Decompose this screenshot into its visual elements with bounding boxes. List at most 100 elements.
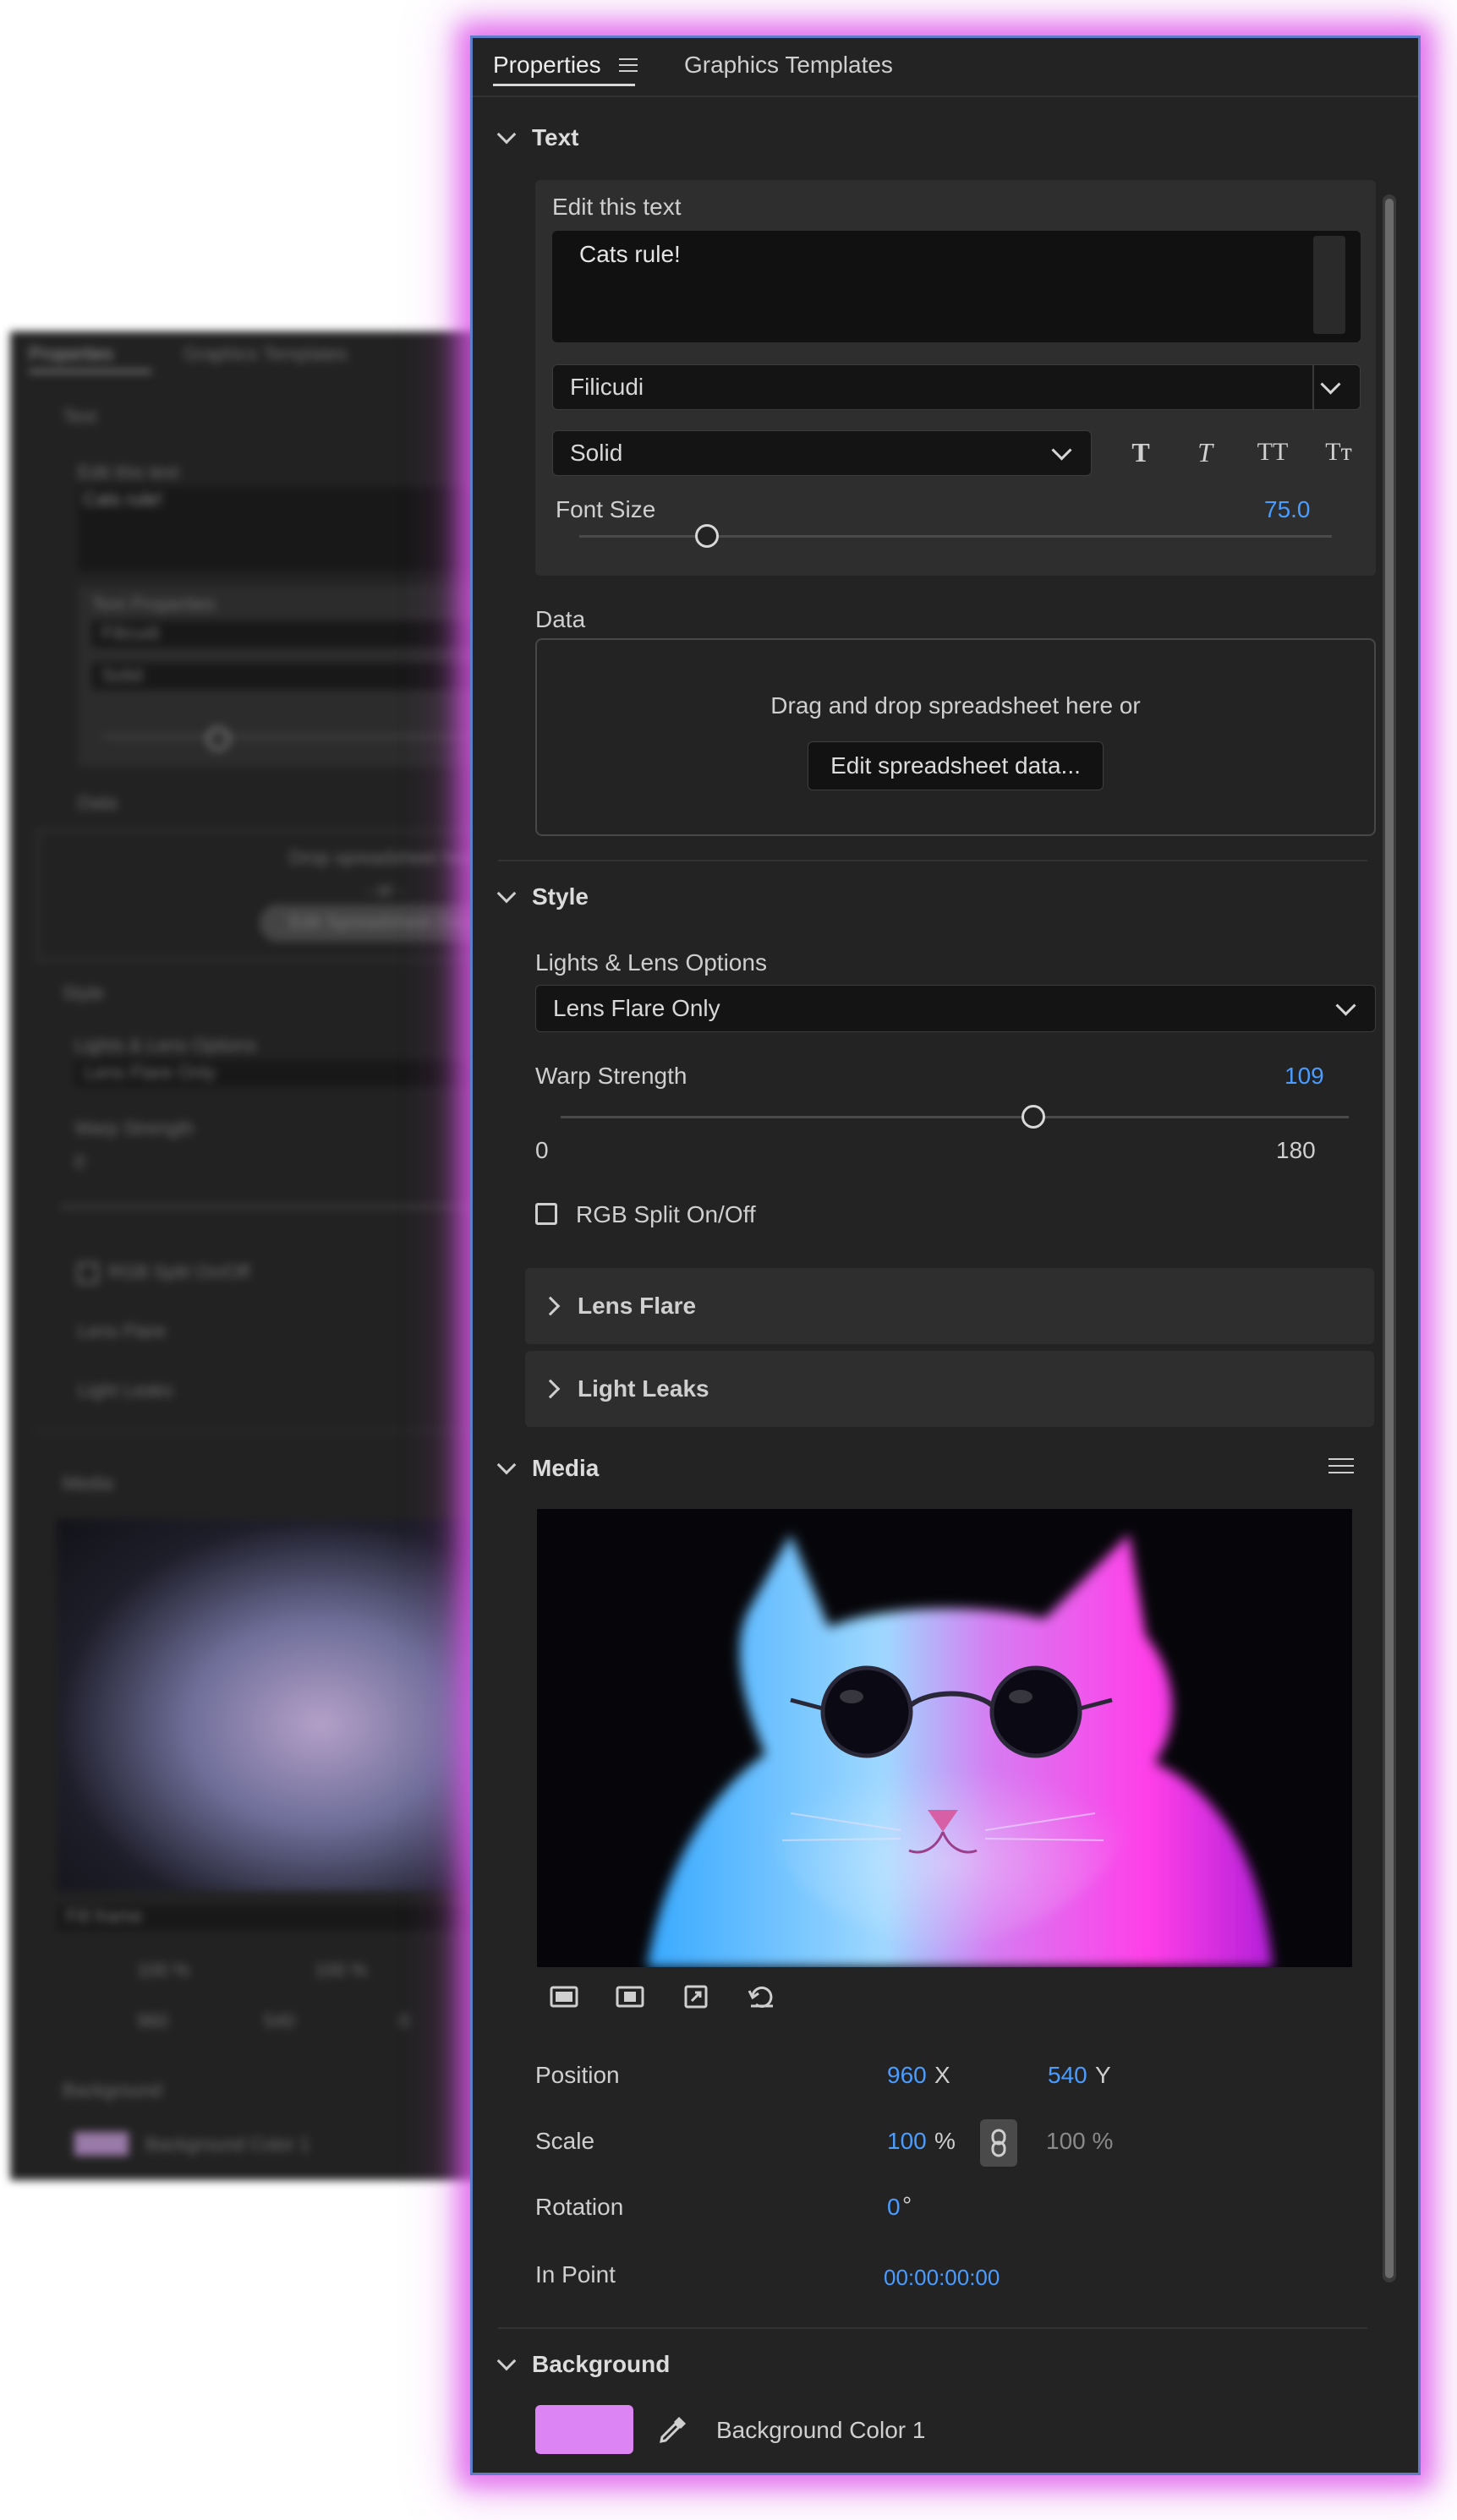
ghost-lights-value: Lens Flare Only (85, 1062, 216, 1083)
scale-label: Scale (535, 2128, 595, 2154)
ghost-x-value: 960 (137, 2010, 168, 2031)
ghost-font: Filicudi (101, 622, 160, 643)
lights-lens-value: Lens Flare Only (553, 995, 720, 1021)
edit-spreadsheet-button[interactable]: Edit spreadsheet data... (808, 741, 1104, 790)
background-section-header[interactable]: Background (496, 2351, 671, 2378)
ghost-drop: Drop spreadsheet here (289, 847, 480, 868)
lights-lens-label: Lights & Lens Options (535, 949, 767, 976)
warp-strength-slider-thumb[interactable] (1022, 1105, 1046, 1129)
background-ghost-panel: Properties Graphics Templates Text Edit … (10, 331, 484, 2180)
ghost-media-preview (57, 1519, 484, 1891)
reset-icon[interactable] (745, 1980, 779, 2014)
rgb-split-checkbox[interactable] (535, 1203, 557, 1225)
chevron-down-icon (496, 883, 517, 904)
drop-spreadsheet-text: Drag and drop spreadsheet here or (770, 692, 1141, 719)
fill-frame-icon[interactable] (547, 1980, 581, 2014)
ghost-style: Solid (101, 664, 143, 686)
text-section-header[interactable]: Text (496, 124, 579, 151)
ghost-leaks: Light Leaks (78, 1380, 173, 1401)
ghost-rgb-checkbox (78, 1263, 98, 1283)
ghost-text-title: Text (63, 406, 97, 427)
small-caps-icon[interactable]: Tт (1313, 435, 1364, 469)
position-label: Position (535, 2062, 620, 2088)
text-input-scrollbar[interactable] (1313, 236, 1345, 334)
rotation-value[interactable]: 0 (887, 2194, 901, 2221)
media-preview-image[interactable] (537, 1509, 1352, 1967)
ghost-background: Background (63, 2080, 162, 2101)
ghost-bg-color: Background Color 1 (145, 2134, 310, 2155)
tab-bar-divider (473, 96, 1418, 97)
warp-strength-value[interactable]: 109 (1284, 1063, 1324, 1090)
font-size-value[interactable]: 75.0 (1264, 496, 1311, 523)
ghost-or: - or - (365, 879, 405, 900)
ghost-edit-label: Edit this text (78, 462, 179, 483)
ghost-slider-track (103, 735, 484, 738)
ghost-divider (36, 1430, 484, 1432)
rotation-unit: ° (902, 2192, 912, 2218)
background-section-title: Background (532, 2351, 671, 2377)
text-section-title: Text (532, 124, 579, 150)
ghost-lights: Lights & Lens Options (74, 1035, 257, 1056)
font-size-label: Font Size (556, 496, 656, 522)
ghost-warp-value: 0 (74, 1151, 85, 1173)
chevron-right-icon (540, 1296, 561, 1316)
text-input-value: Cats rule! (579, 241, 681, 267)
tab-graphics-templates[interactable]: Graphics Templates (684, 52, 893, 79)
all-caps-icon[interactable]: TT (1247, 435, 1298, 469)
light-leaks-subsection[interactable]: Light Leaks (525, 1351, 1374, 1427)
position-y-value[interactable]: 540 (1048, 2062, 1087, 2089)
tab-properties[interactable]: Properties (493, 52, 601, 79)
style-section-header[interactable]: Style (496, 883, 589, 910)
fit-frame-icon[interactable] (613, 1980, 647, 2014)
in-point-label: In Point (535, 2261, 616, 2288)
media-section-header[interactable]: Media (496, 1455, 599, 1482)
section-divider (498, 860, 1367, 861)
properties-panel: Properties Graphics Templates Text Edit … (470, 36, 1421, 2475)
ghost-w-value: 100 % (315, 1960, 368, 1981)
ghost-style-dropdown (91, 663, 480, 690)
rgb-split-label: RGB Split On/Off (576, 1201, 756, 1227)
ghost-rgb: RGB Split On/Off (108, 1261, 250, 1282)
position-x-value[interactable]: 960 (887, 2062, 927, 2089)
in-point-value[interactable]: 00:00:00:00 (884, 2265, 1000, 2291)
scale-unit: % (934, 2128, 956, 2154)
ghost-bg-swatch (74, 2132, 129, 2156)
data-section-title: Data (535, 606, 586, 632)
text-input[interactable]: Cats rule! (552, 231, 1361, 342)
warp-strength-slider-track[interactable] (561, 1116, 1349, 1118)
font-dropdown[interactable]: Filicudi (552, 364, 1361, 410)
italic-icon[interactable]: T (1188, 435, 1222, 469)
scale-linked-value: 100 % (1046, 2128, 1114, 2154)
ghost-fill: Fill frame (66, 1905, 143, 1927)
ghost-media: Media (63, 1473, 113, 1494)
section-divider (498, 2327, 1367, 2329)
chevron-down-icon (496, 1455, 517, 1475)
ghost-h-value: 100 % (137, 1960, 190, 1981)
spreadsheet-drop-zone[interactable] (535, 638, 1376, 836)
position-x-unit: X (934, 2062, 950, 2088)
ghost-warp: Warp Strength (74, 1118, 194, 1139)
lens-flare-subsection[interactable]: Lens Flare (525, 1268, 1374, 1344)
scrollbar-thumb[interactable] (1385, 199, 1394, 2278)
lights-lens-dropdown[interactable]: Lens Flare Only (535, 985, 1376, 1032)
scale-value[interactable]: 100 (887, 2128, 927, 2155)
media-menu-icon[interactable] (1328, 1458, 1354, 1477)
scale-to-frame-icon[interactable] (679, 1980, 713, 2014)
warp-max-label: 180 (1276, 1137, 1316, 1163)
background-color-label: Background Color 1 (716, 2417, 926, 2443)
font-dropdown-divider (1312, 365, 1314, 409)
warp-strength-label: Warp Strength (535, 1063, 687, 1089)
link-scale-icon[interactable] (980, 2119, 1017, 2167)
ghost-text-value: Cats rule! (83, 489, 163, 510)
warp-min-label: 0 (535, 1137, 549, 1163)
font-size-slider-track[interactable] (579, 535, 1332, 538)
ghost-lens: Lens Flare (78, 1320, 166, 1342)
chevron-right-icon (540, 1379, 561, 1399)
background-color-swatch[interactable] (535, 2405, 633, 2454)
position-y-unit: Y (1095, 2062, 1111, 2088)
chevron-down-icon (496, 2351, 517, 2371)
eyedropper-icon[interactable] (657, 2413, 689, 2446)
panel-menu-icon[interactable] (619, 57, 638, 74)
bold-icon[interactable]: T (1124, 435, 1158, 469)
style-dropdown[interactable]: Solid (552, 430, 1092, 476)
